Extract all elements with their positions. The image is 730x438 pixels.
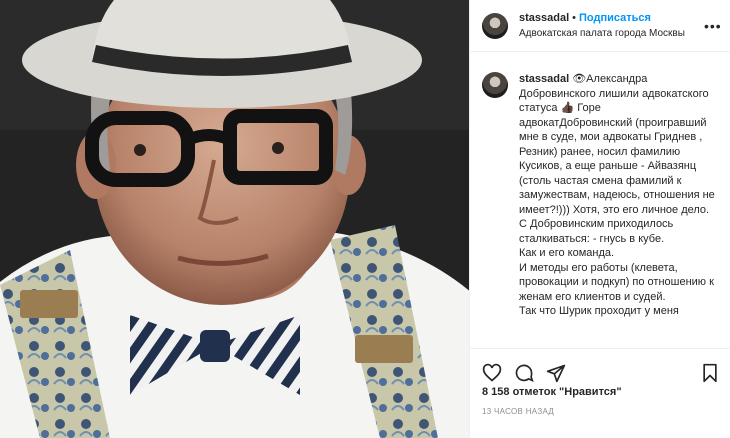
comment-icon[interactable] [514, 363, 534, 383]
header-user-info: stassadal • Подписаться Адвокатская палата… [519, 11, 704, 40]
location-link[interactable]: Адвокатская палата города Москвы [519, 27, 704, 40]
separator-dot: • [572, 12, 577, 24]
post-actions [470, 348, 730, 388]
follow-button[interactable]: Подписаться [579, 12, 651, 24]
post-photo[interactable] [0, 0, 469, 438]
header-user-row: stassadal • Подписаться [519, 11, 704, 25]
avatar[interactable] [482, 12, 508, 39]
post-time[interactable]: 13 часов назад [482, 407, 554, 416]
portrait-illustration [0, 0, 469, 438]
caption-text-block: stassadal 👁Александра Добровинского лиши… [519, 72, 716, 344]
bookmark-icon[interactable] [700, 363, 720, 383]
share-icon[interactable] [546, 363, 566, 383]
post-sidebar: stassadal • Подписаться Адвокатская палата… [469, 0, 730, 438]
post-header: stassadal • Подписаться Адвокатская палата… [470, 0, 730, 52]
heart-icon[interactable] [482, 363, 502, 383]
likes-count[interactable]: 8 158 отметок "Нравится" [482, 386, 622, 398]
instagram-post: stassadal • Подписаться Адвокатская палата… [0, 0, 730, 438]
caption-text: 👁Александра Добровинского лишили адвокат… [519, 73, 715, 317]
caption-avatar[interactable] [482, 72, 508, 98]
username-link[interactable]: stassadal [519, 12, 569, 24]
post-caption: stassadal 👁Александра Добровинского лиши… [470, 52, 730, 344]
caption-username[interactable]: stassadal [519, 73, 569, 85]
more-options-icon[interactable]: ••• [704, 18, 721, 34]
